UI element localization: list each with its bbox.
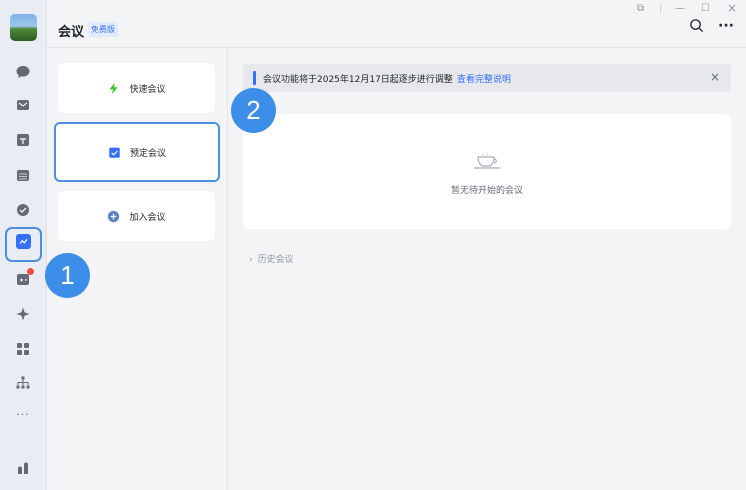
notice-details-link[interactable]: 查看完整说明 (457, 75, 511, 85)
notification-dot (27, 268, 34, 275)
statistics-icon[interactable] (14, 459, 32, 477)
chevron-right-icon: › (249, 255, 253, 265)
pin-window-icon[interactable]: ⧉ (637, 3, 644, 14)
notice-text: 会议功能将于2025年12月17日起逐步进行调整 (263, 75, 453, 85)
join-meeting-label: 加入会议 (129, 212, 166, 223)
page-title: 会议 (58, 25, 85, 40)
schedule-meeting-button[interactable]: 预定会议 (54, 122, 220, 182)
coffee-cup-icon (472, 152, 502, 172)
meeting-icon (16, 234, 31, 249)
notice-close-icon[interactable]: × (710, 70, 720, 84)
minimize-button[interactable]: — (675, 3, 685, 14)
mail-icon[interactable] (14, 96, 32, 114)
more-options-icon[interactable]: ··· (718, 18, 734, 34)
chat-icon[interactable] (14, 63, 32, 81)
left-sidebar: ··· (0, 0, 47, 490)
history-label: 历史会议 (257, 255, 294, 265)
more-apps-icon[interactable]: ··· (14, 405, 32, 423)
org-chart-icon[interactable] (14, 374, 32, 392)
workplace-icon[interactable] (14, 340, 32, 358)
quick-meeting-button[interactable]: 快速会议 (58, 63, 215, 113)
notice-accent-bar (253, 71, 256, 85)
search-icon[interactable] (689, 18, 704, 37)
window-controls-divider: | (659, 3, 663, 14)
plus-circle-icon (107, 210, 120, 223)
empty-state-text: 暂无待开始的会议 (450, 186, 523, 196)
close-window-button[interactable]: × (727, 1, 737, 15)
notice-banner: 会议功能将于2025年12月17日起逐步进行调整 查看完整说明 × (243, 64, 731, 92)
join-meeting-button[interactable]: 加入会议 (58, 191, 215, 241)
sidebar-item-meetings[interactable] (5, 227, 42, 262)
history-meetings-toggle[interactable]: › 历史会议 (249, 252, 294, 265)
callout-marker-1: 1 (45, 253, 90, 298)
schedule-meeting-label: 预定会议 (129, 148, 166, 159)
avatar[interactable] (10, 14, 37, 41)
callout-marker-2: 2 (231, 88, 276, 133)
lightning-icon (107, 82, 120, 95)
docs-icon[interactable] (14, 131, 32, 149)
notice-text-row: 会议功能将于2025年12月17日起逐步进行调整 查看完整说明 (263, 72, 511, 85)
maximize-button[interactable]: ☐ (701, 3, 710, 14)
quick-meeting-label: 快速会议 (129, 84, 166, 95)
calendar-icon[interactable] (14, 166, 32, 184)
calendar-check-icon (108, 146, 121, 159)
tasks-icon[interactable] (14, 201, 32, 219)
more-apps-label: ··· (16, 407, 30, 421)
ai-sparkle-icon[interactable] (14, 305, 32, 323)
plan-badge: 免费版 (88, 22, 118, 37)
upcoming-meetings-card: 暂无待开始的会议 (243, 114, 731, 229)
